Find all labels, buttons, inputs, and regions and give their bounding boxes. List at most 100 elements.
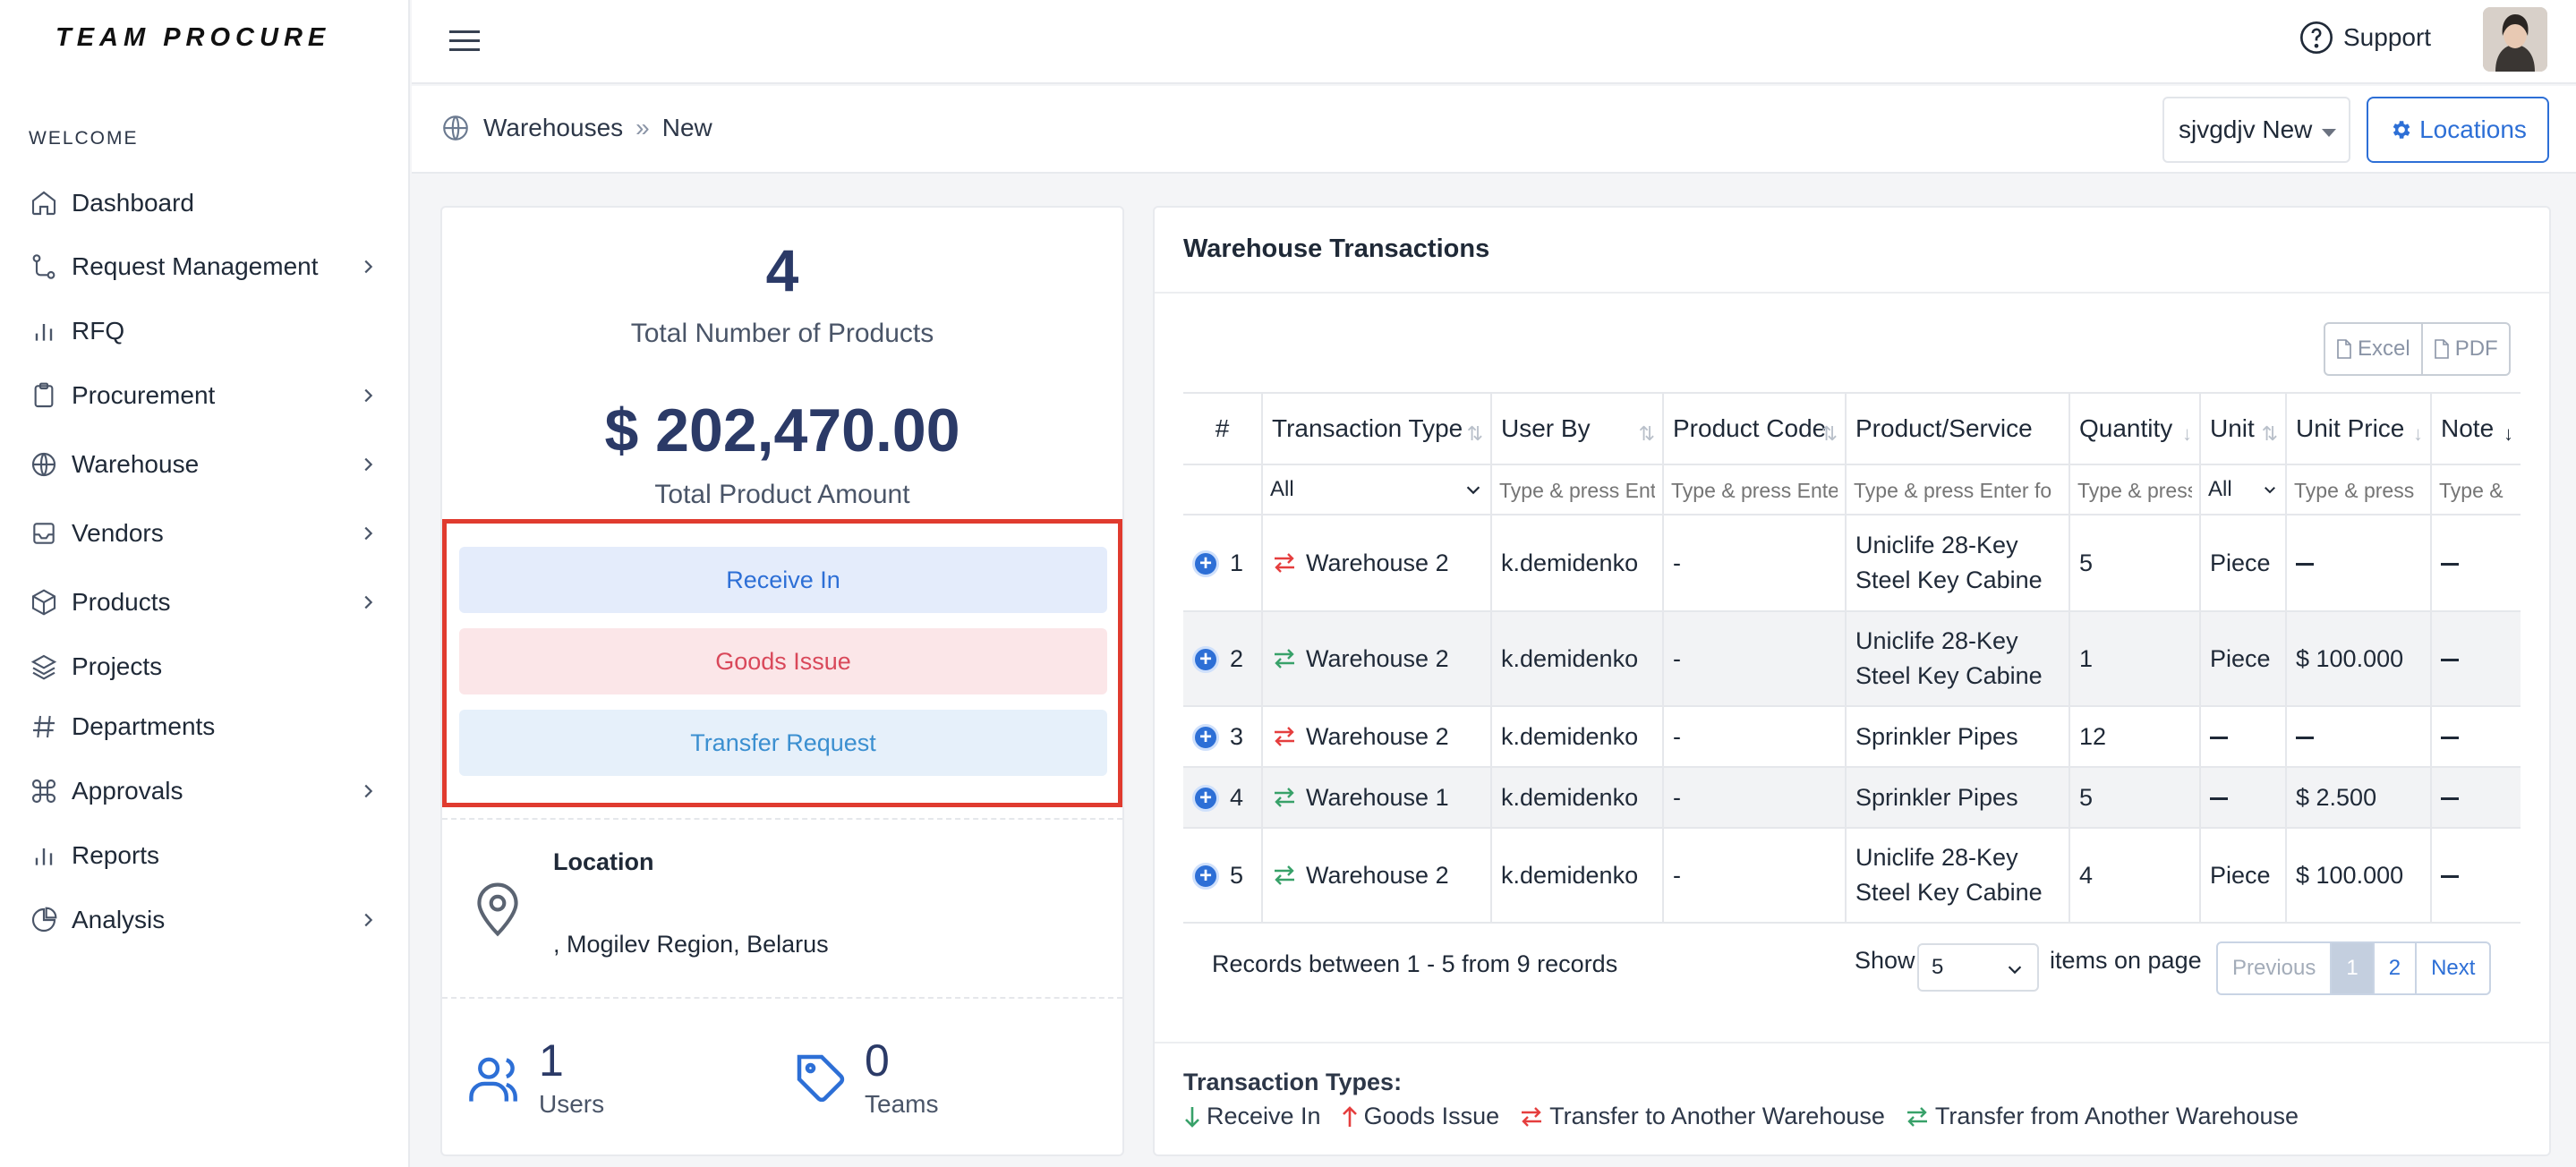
column-header-number: # bbox=[1183, 392, 1263, 464]
expand-row-button[interactable]: + bbox=[1192, 724, 1219, 752]
previous-page-button[interactable]: Previous bbox=[2218, 943, 2330, 993]
avatar[interactable] bbox=[2483, 7, 2547, 72]
quantity-cell: 12 bbox=[2069, 705, 2201, 767]
export-pdf-label: PDF bbox=[2454, 336, 2498, 361]
note-cell bbox=[2431, 514, 2521, 611]
sidebar-item-products[interactable]: Products bbox=[0, 575, 410, 629]
sidebar-item-label: Vendors bbox=[72, 519, 164, 547]
sidebar-item-analysis[interactable]: Analysis bbox=[0, 893, 410, 947]
filter-cell bbox=[1663, 464, 1847, 515]
row-number-cell: +3 bbox=[1183, 705, 1263, 767]
transactions-title: Warehouse Transactions bbox=[1183, 234, 1490, 263]
page-1-button[interactable]: 1 bbox=[2330, 943, 2373, 993]
sidebar-item-label: Request Management bbox=[72, 252, 319, 280]
filter-cell bbox=[2286, 464, 2432, 515]
empty-dash bbox=[2296, 562, 2314, 566]
locations-button[interactable]: Locations bbox=[2367, 97, 2549, 163]
sidebar-item-request-management[interactable]: Request Management bbox=[0, 240, 410, 294]
legend-label: Transfer to Another Warehouse bbox=[1549, 1103, 1885, 1129]
quantity-cell: 5 bbox=[2069, 514, 2201, 611]
expand-row-button[interactable]: + bbox=[1192, 863, 1219, 890]
support-label: Support bbox=[2343, 23, 2432, 51]
sidebar-item-projects[interactable]: Projects bbox=[0, 640, 410, 694]
total-products-label: Total Number of Products bbox=[630, 319, 934, 348]
table-header-row: # Transaction Type ⇅ User By ⇅ Product Cod… bbox=[1183, 392, 2521, 464]
support-link[interactable]: Support bbox=[2299, 20, 2431, 55]
expand-row-button[interactable]: + bbox=[1192, 785, 1219, 813]
export-excel-button[interactable]: Excel bbox=[2325, 324, 2421, 374]
filter-transaction-type[interactable]: All bbox=[1262, 464, 1492, 515]
quantity-cell: 1 bbox=[2069, 610, 2201, 706]
note-cell bbox=[2431, 705, 2521, 767]
bar-chart-icon bbox=[29, 840, 59, 871]
page-size-select[interactable]: 5 bbox=[1917, 943, 2039, 992]
empty-dash bbox=[2441, 562, 2459, 566]
transaction-type-cell: Warehouse 2 bbox=[1262, 827, 1492, 924]
column-header-unit[interactable]: Unit ⇅ bbox=[2200, 392, 2287, 464]
warehouse-select[interactable]: sjvgdjv New bbox=[2162, 97, 2350, 163]
globe-icon bbox=[29, 449, 59, 480]
records-summary: Records between 1 - 5 from 9 records bbox=[1212, 950, 1618, 977]
sidebar-item-procurement[interactable]: Procurement bbox=[0, 369, 410, 422]
file-icon bbox=[2336, 339, 2352, 359]
column-header-product-service[interactable]: Product/Service bbox=[1846, 392, 2070, 464]
empty-dash bbox=[2296, 736, 2314, 739]
filter-cell bbox=[1491, 464, 1664, 515]
legend-item: Transfer from Another Warehouse bbox=[1905, 1103, 2299, 1130]
next-page-button[interactable]: Next bbox=[2415, 943, 2489, 993]
divider bbox=[1155, 1042, 2549, 1043]
sidebar-item-departments[interactable]: Departments bbox=[0, 700, 410, 754]
expand-row-button[interactable]: + bbox=[1192, 550, 1219, 578]
export-pdf-button[interactable]: PDF bbox=[2420, 324, 2509, 374]
unit-cell bbox=[2200, 766, 2287, 828]
menu-icon[interactable] bbox=[448, 25, 483, 57]
page-2-button[interactable]: 2 bbox=[2372, 943, 2415, 993]
column-header-unit-price[interactable]: Unit Price ↓ bbox=[2286, 392, 2432, 464]
table-row: +4 Warehouse 1 k.demidenko - Sprinkler P… bbox=[1183, 766, 2521, 828]
sidebar-item-label: Projects bbox=[72, 652, 163, 680]
receive-in-button[interactable]: Receive In bbox=[459, 547, 1107, 613]
note-cell bbox=[2431, 827, 2521, 924]
chevron-right-icon bbox=[358, 910, 378, 930]
transaction-type: Warehouse 2 bbox=[1306, 722, 1449, 750]
sidebar-item-label: Analysis bbox=[72, 906, 166, 933]
filter-product-input[interactable] bbox=[1854, 479, 2061, 503]
clipboard-icon bbox=[29, 380, 59, 411]
sidebar-item-reports[interactable]: Reports bbox=[0, 829, 410, 882]
transaction-types-title: Transaction Types: bbox=[1183, 1069, 1403, 1095]
sidebar-item-vendors[interactable]: Vendors bbox=[0, 507, 410, 560]
product-code-cell: - bbox=[1663, 610, 1847, 706]
teams-label: Teams bbox=[865, 1090, 939, 1118]
breadcrumb-warehouses[interactable]: Warehouses bbox=[483, 114, 623, 142]
sidebar-item-dashboard[interactable]: Dashboard bbox=[0, 176, 410, 230]
product-cell: Sprinkler Pipes bbox=[1846, 705, 2070, 767]
filter-unit-price-input[interactable] bbox=[2294, 479, 2423, 503]
sidebar-item-label: Departments bbox=[72, 712, 216, 740]
column-header-note[interactable]: Note ↓ bbox=[2431, 392, 2521, 464]
transaction-type-cell: Warehouse 2 bbox=[1262, 514, 1492, 611]
goods-issue-button[interactable]: Goods Issue bbox=[459, 628, 1107, 694]
filter-cell bbox=[2431, 464, 2521, 515]
filter-user-input[interactable] bbox=[1499, 479, 1655, 503]
column-header-product-code[interactable]: Product Code ⇅ bbox=[1663, 392, 1847, 464]
filter-unit[interactable]: All bbox=[2200, 464, 2287, 515]
page-size-value: 5 bbox=[1932, 955, 1944, 979]
sidebar-item-approvals[interactable]: Approvals bbox=[0, 764, 410, 818]
sidebar-item-rfq[interactable]: RFQ bbox=[0, 304, 410, 358]
sort-icon: ⇅ bbox=[1466, 422, 1483, 445]
transfer-request-button[interactable]: Transfer Request bbox=[459, 710, 1107, 776]
column-header-quantity[interactable]: Quantity ↓ bbox=[2069, 392, 2201, 464]
sidebar-item-warehouse[interactable]: Warehouse bbox=[0, 438, 410, 491]
sidebar-section-label: WELCOME bbox=[29, 128, 139, 149]
filter-product-code-input[interactable] bbox=[1671, 479, 1838, 503]
filter-note-input[interactable] bbox=[2439, 479, 2513, 503]
column-header-transaction-type[interactable]: Transaction Type ⇅ bbox=[1262, 392, 1492, 464]
sort-icon: ⇅ bbox=[2261, 422, 2278, 445]
filter-quantity-input[interactable] bbox=[2077, 479, 2192, 503]
expand-row-button[interactable]: + bbox=[1192, 646, 1219, 674]
transfer-in-icon bbox=[1272, 865, 1297, 886]
sort-icon: ↓ bbox=[2182, 422, 2192, 445]
column-header-user-by[interactable]: User By ⇅ bbox=[1491, 392, 1664, 464]
empty-dash bbox=[2210, 736, 2228, 739]
column-header-label: Note bbox=[2441, 414, 2495, 442]
